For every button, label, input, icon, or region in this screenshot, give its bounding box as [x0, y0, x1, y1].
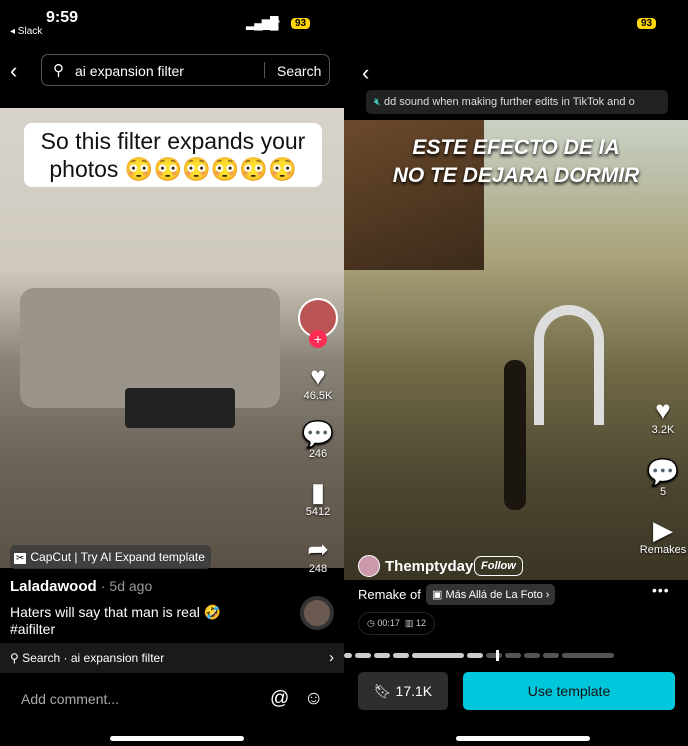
chevron-right-icon: › [329, 649, 334, 666]
template-badge-label: CapCut | Try AI Expand template [30, 550, 205, 564]
divider [264, 62, 265, 78]
sound-disc[interactable] [300, 596, 334, 630]
clock-icon: ◷ [367, 618, 375, 628]
mention-icon[interactable]: @ [270, 688, 289, 710]
battery-indicator: 93 [637, 18, 657, 29]
status-time: 9:59 [46, 9, 79, 26]
share-button[interactable]: ➦ 248 [296, 535, 340, 575]
search-icon: ⚲ [53, 62, 64, 79]
bookmark-icon: ▮ [310, 477, 326, 507]
timeline-playhead[interactable] [496, 650, 500, 661]
comment-icon: 💬 [301, 419, 335, 449]
back-to-app[interactable]: ◂ Slack [10, 26, 42, 37]
post-age: · 5d ago [100, 578, 153, 594]
left-screen: 9:59 ◂ Slack ▂▄▆█ ◠ 93 ‹ ⚲ ai expansion … [0, 0, 344, 746]
description-text: Haters will say that man is real 🤣 [10, 604, 222, 620]
timeline-segment[interactable] [524, 653, 540, 658]
timeline-segment[interactable] [505, 653, 521, 658]
clip-count: 12 [415, 618, 426, 628]
toast-text: dd sound when making further edits in Ti… [384, 96, 635, 108]
remakes-button[interactable]: ▶ Remakes [634, 516, 688, 556]
duration: 00:17 [377, 618, 400, 628]
comment-input[interactable]: Add comment... [21, 691, 119, 707]
template-info: ◷ 00:17 ▥ 12 [358, 612, 435, 635]
emoji-icon[interactable]: ☺ [304, 688, 323, 710]
comment-count: 246 [308, 448, 328, 460]
person-image [504, 360, 526, 510]
related-search-bar[interactable]: ⚲ Search · ai expansion filter › [0, 643, 344, 673]
overlay-line-1: ESTE EFECTO DE IA [412, 136, 620, 159]
like-count: 3.2K [651, 424, 675, 436]
timeline-segment[interactable] [467, 653, 483, 658]
right-screen: 93 ‹ 🔇︎ dd sound when making further edi… [344, 0, 688, 746]
comment-button[interactable]: 💬 246 [296, 420, 340, 460]
camera-rig-image [125, 388, 235, 428]
battery-indicator: 93 [291, 18, 311, 29]
creator-avatar[interactable] [358, 555, 380, 577]
remakes-icon: ▶ [653, 515, 673, 545]
search-button[interactable]: Search [277, 63, 321, 79]
timeline-segment[interactable] [412, 653, 464, 658]
video-overlay-text: ESTE EFECTO DE IA NO TE DEJARA DORMIR [344, 134, 688, 190]
save-button[interactable]: ▮ 5412 [296, 478, 340, 518]
clips-icon: ▥ [404, 618, 414, 628]
like-button[interactable]: ♥ 46.5K [296, 362, 340, 402]
follow-plus-icon[interactable]: + [309, 330, 327, 348]
chevron-right-icon: › [545, 589, 550, 601]
bookmark-icon: 🔖︎ [373, 683, 392, 699]
capcut-icon: ✂ [14, 553, 27, 564]
timeline-segment[interactable] [374, 653, 390, 658]
like-count: 46.5K [303, 390, 333, 402]
follow-button[interactable]: Follow [474, 556, 523, 576]
comment-icon: 💬 [646, 457, 680, 487]
more-options-icon[interactable]: ••• [652, 582, 670, 598]
like-button[interactable]: ♥ 3.2K [641, 396, 685, 436]
search-input[interactable]: ⚲ ai expansion filter Search [41, 54, 330, 86]
share-icon: ➦ [307, 534, 329, 564]
template-icon: ▣ [432, 589, 443, 601]
timeline-segment[interactable] [543, 653, 559, 658]
heart-icon: ♥ [655, 395, 671, 425]
search-query: ai expansion filter [75, 63, 184, 79]
description: Haters will say that man is real 🤣 #aifi… [10, 604, 221, 638]
creator-name[interactable]: Themptyday [385, 558, 473, 575]
remakes-label: Remakes [639, 544, 687, 556]
back-button[interactable]: ‹ [362, 60, 369, 86]
heart-icon: ♥ [310, 361, 326, 391]
comment-button[interactable]: 💬 5 [641, 458, 685, 498]
template-link[interactable]: ▣ Más Allá de La Foto › [426, 584, 556, 605]
timeline-segment[interactable] [393, 653, 409, 658]
clip-timeline[interactable] [344, 650, 616, 661]
remake-of-label: Remake of [358, 587, 421, 602]
muted-speaker-icon: 🔇︎ [374, 96, 381, 108]
related-search-label: Search · [22, 651, 68, 665]
template-badge[interactable]: ✂ CapCut | Try AI Expand template [10, 545, 211, 569]
arch-image [534, 305, 604, 425]
wifi-icon: ◠ [269, 14, 281, 29]
related-search-query: ai expansion filter [70, 651, 165, 665]
timeline-segment[interactable] [562, 653, 614, 658]
overlay-line-2: NO TE DEJARA DORMIR [392, 164, 640, 187]
save-count: 5412 [305, 506, 331, 518]
author-label: Laladawood [10, 578, 97, 595]
save-template-button[interactable]: 🔖︎ 17.1K [358, 672, 448, 710]
author-name[interactable]: Laladawood · 5d ago [10, 578, 152, 595]
timeline-segment[interactable] [486, 653, 502, 658]
video-caption: So this filter expands your photos 😳😳😳😳😳… [24, 123, 322, 187]
back-button[interactable]: ‹ [10, 58, 17, 84]
share-count: 248 [308, 563, 328, 575]
use-template-button[interactable]: Use template [463, 672, 675, 710]
home-indicator [456, 736, 590, 741]
template-name: Más Allá de La Foto [445, 589, 543, 601]
sound-toast: 🔇︎ dd sound when making further edits in… [366, 90, 668, 114]
timeline-segment[interactable] [344, 653, 352, 658]
home-indicator [110, 736, 244, 741]
comment-count: 5 [659, 486, 667, 498]
hashtag-link[interactable]: #aifilter [10, 621, 221, 638]
save-count: 17.1K [395, 683, 433, 699]
search-icon: ⚲ [10, 651, 19, 665]
timeline-segment[interactable] [355, 653, 371, 658]
